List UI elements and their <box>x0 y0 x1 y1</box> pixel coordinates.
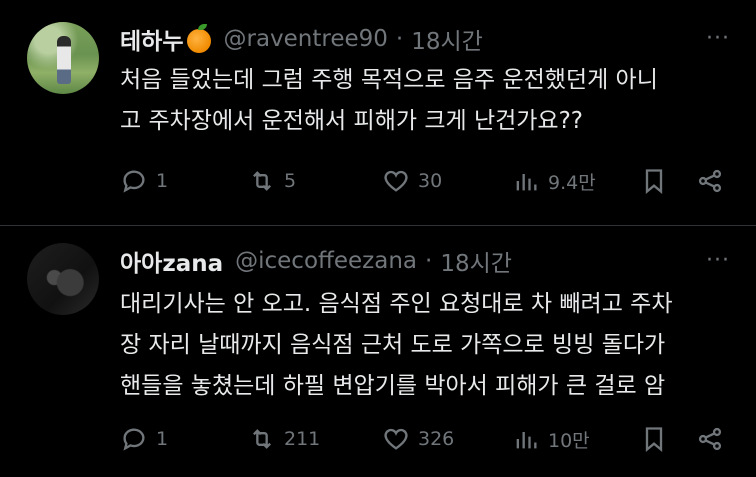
reply-icon <box>123 428 145 451</box>
retweet-count: 211 <box>284 428 321 450</box>
retweet-icon <box>253 429 271 449</box>
share-button[interactable] <box>696 167 724 195</box>
timestamp[interactable]: 18시간 <box>440 244 512 278</box>
view-count: 10만 <box>548 429 590 452</box>
views-button[interactable]: 9.4만 <box>512 167 596 195</box>
user-handle[interactable]: @raventree90 <box>223 26 387 52</box>
share-icon <box>698 169 722 193</box>
avatar[interactable] <box>27 243 99 315</box>
share-button[interactable] <box>696 425 724 453</box>
like-button[interactable]: 326 <box>382 425 454 453</box>
avatar-photo <box>57 36 71 84</box>
retweet-button[interactable]: 5 <box>248 167 296 195</box>
tweet-text: 처음 들었는데 그럼 주행 목적으로 음주 운전했던게 아니 고 주차장에서 운… <box>120 60 740 142</box>
tweet-text-line: 장 자리 날때까지 음식점 근처 도로 가쪽으로 빙빙 돌다가 <box>120 332 666 358</box>
reply-icon <box>123 170 145 193</box>
tweet-header: 아아zana @icecoffeezana · 18시간 <box>120 244 512 278</box>
heart-icon <box>384 170 408 192</box>
tweet-text-line: 핸들을 놓쳤는데 하필 변압기를 박아서 피해가 큰 걸로 암 <box>120 373 666 399</box>
bookmark-button[interactable] <box>640 425 668 453</box>
retweet-button[interactable]: 211 <box>248 425 320 453</box>
more-options-icon[interactable]: ··· <box>706 26 730 51</box>
bookmark-icon <box>645 169 663 194</box>
heart-icon <box>384 428 408 450</box>
action-bar: 1 211 326 10만 <box>120 422 732 456</box>
tweet-header: 테하누 @raventree90 · 18시간 <box>120 22 483 56</box>
reply-count: 1 <box>156 170 169 192</box>
views-chart-icon <box>516 174 537 191</box>
bookmark-icon <box>645 427 663 452</box>
tweet-text-line: 고 주차장에서 운전해서 피해가 크게 난건가요?? <box>120 108 584 134</box>
tweet-text-line: 대리기사는 안 오고. 음식점 주인 요청대로 차 빼려고 주차 <box>120 291 673 317</box>
tweet-text: 대리기사는 안 오고. 음식점 주인 요청대로 차 빼려고 주차 장 자리 날때… <box>120 284 740 407</box>
retweet-icon <box>253 171 271 191</box>
tweet[interactable]: 테하누 @raventree90 · 18시간 ··· 처음 들었는데 그럼 주… <box>0 0 756 225</box>
separator-dot: · <box>425 248 433 274</box>
timestamp[interactable]: 18시간 <box>411 22 483 56</box>
like-button[interactable]: 30 <box>382 167 442 195</box>
user-handle[interactable]: @icecoffeezana <box>235 248 417 274</box>
more-options-icon[interactable]: ··· <box>706 248 730 273</box>
reply-count: 1 <box>156 428 169 450</box>
display-name[interactable]: 테하누 <box>120 22 183 56</box>
retweet-count: 5 <box>284 170 297 192</box>
like-count: 326 <box>418 428 455 450</box>
view-count: 9.4만 <box>548 171 596 194</box>
orange-emoji-icon <box>187 24 212 53</box>
bookmark-button[interactable] <box>640 167 668 195</box>
display-name[interactable]: 아아zana <box>120 244 223 278</box>
separator-dot: · <box>395 26 404 52</box>
share-icon <box>698 427 722 451</box>
tweet-text-line: 처음 들었는데 그럼 주행 목적으로 음주 운전했던게 아니 <box>120 67 658 93</box>
views-chart-icon <box>516 432 537 449</box>
views-button[interactable]: 10만 <box>512 425 590 453</box>
like-count: 30 <box>418 170 443 192</box>
reply-button[interactable]: 1 <box>120 167 168 195</box>
tweet[interactable]: 아아zana @icecoffeezana · 18시간 ··· 대리기사는 안… <box>0 225 756 477</box>
action-bar: 1 5 30 9.4만 <box>120 164 732 198</box>
reply-button[interactable]: 1 <box>120 425 168 453</box>
avatar[interactable] <box>27 22 99 94</box>
